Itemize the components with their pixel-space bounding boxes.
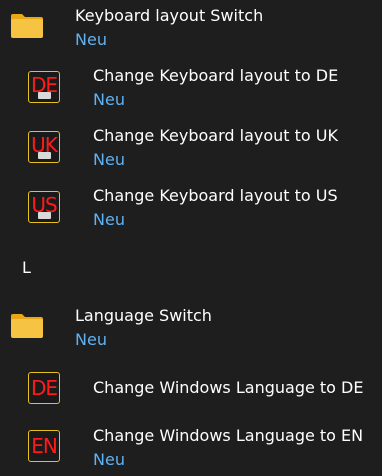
- start-menu-app-list: Keyboard layout Switch Neu DE Change Key…: [0, 0, 382, 476]
- keyboard-glyph: [38, 212, 51, 219]
- keyboard-uk-icon: UK: [28, 131, 60, 163]
- keyboard-glyph: [38, 92, 51, 99]
- app-item-language-en[interactable]: EN Change Windows Language to EN Neu: [0, 420, 382, 476]
- keyboard-de-icon: DE: [28, 71, 60, 103]
- letter-header-l[interactable]: L: [22, 258, 31, 278]
- new-badge: Neu: [93, 150, 125, 169]
- app-title: Change Keyboard layout to US: [93, 186, 338, 205]
- keyboard-glyph: [38, 152, 51, 159]
- new-badge: Neu: [75, 30, 107, 49]
- folder-title: Language Switch: [75, 306, 212, 325]
- icon-code: EN: [31, 434, 58, 458]
- app-title: Change Windows Language to EN: [93, 426, 364, 445]
- folder-keyboard-layout-switch[interactable]: Keyboard layout Switch Neu: [0, 0, 382, 56]
- app-item-keyboard-uk[interactable]: UK Change Keyboard layout to UK Neu: [0, 120, 382, 176]
- language-en-icon: EN: [28, 430, 60, 462]
- folder-language-switch[interactable]: Language Switch Neu: [0, 300, 382, 356]
- keyboard-us-icon: US: [28, 191, 60, 223]
- folder-icon: [11, 14, 43, 38]
- app-title: Change Windows Language to DE: [93, 378, 364, 397]
- icon-code: DE: [30, 376, 58, 400]
- app-item-keyboard-us[interactable]: US Change Keyboard layout to US Neu: [0, 180, 382, 236]
- folder-title: Keyboard layout Switch: [75, 6, 264, 25]
- app-title: Change Keyboard layout to DE: [93, 66, 339, 85]
- folder-icon: [11, 314, 43, 338]
- app-title: Change Keyboard layout to UK: [93, 126, 338, 145]
- app-item-language-de[interactable]: DE Change Windows Language to DE: [0, 362, 382, 414]
- new-badge: Neu: [93, 450, 125, 469]
- new-badge: Neu: [75, 330, 107, 349]
- new-badge: Neu: [93, 90, 125, 109]
- new-badge: Neu: [93, 210, 125, 229]
- language-de-icon: DE: [28, 372, 60, 404]
- app-item-keyboard-de[interactable]: DE Change Keyboard layout to DE Neu: [0, 60, 382, 116]
